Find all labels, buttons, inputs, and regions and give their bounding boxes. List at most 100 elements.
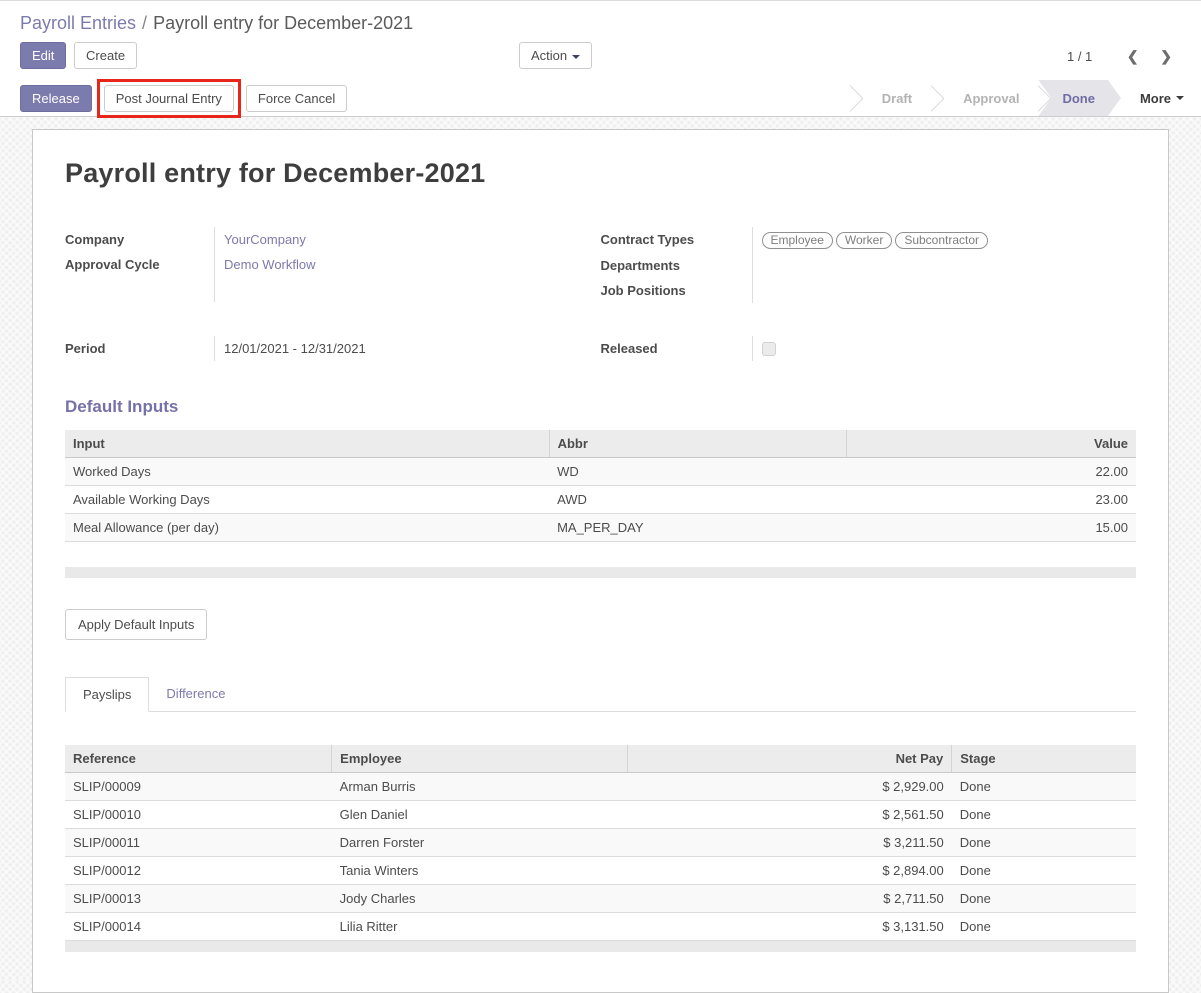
table-row[interactable]: SLIP/00012 Tania Winters $ 2,894.00 Done <box>65 857 1136 885</box>
employee-cell[interactable]: Arman Burris <box>332 773 628 801</box>
net-pay-cell[interactable]: $ 2,894.00 <box>627 857 952 885</box>
value-cell[interactable]: 15.00 <box>847 514 1136 542</box>
reference-cell[interactable]: SLIP/00011 <box>65 829 332 857</box>
contract-type-tag: Employee <box>762 232 833 249</box>
departments-value <box>752 253 1137 278</box>
employee-cell[interactable]: Jody Charles <box>332 885 628 913</box>
column-header-employee[interactable]: Employee <box>332 745 628 773</box>
net-pay-cell[interactable]: $ 3,131.50 <box>627 913 952 941</box>
released-label: Released <box>601 336 752 361</box>
table-row[interactable]: SLIP/00011 Darren Forster $ 3,211.50 Don… <box>65 829 1136 857</box>
table-row[interactable]: SLIP/00014 Lilia Ritter $ 3,131.50 Done <box>65 913 1136 941</box>
status-step-approval[interactable]: Approval <box>944 80 1038 116</box>
input-cell[interactable]: Available Working Days <box>65 486 549 514</box>
field-group-right-top: Contract Types EmployeeWorkerSubcontract… <box>601 227 1137 303</box>
employee-cell[interactable]: Glen Daniel <box>332 801 628 829</box>
contract-type-tag: Worker <box>836 232 892 249</box>
stage-cell[interactable]: Done <box>952 913 1136 941</box>
net-pay-cell[interactable]: $ 2,711.50 <box>627 885 952 913</box>
stage-cell[interactable]: Done <box>952 829 1136 857</box>
page-title: Payroll entry for December-2021 <box>65 158 1136 189</box>
company-value-link[interactable]: YourCompany <box>224 232 306 247</box>
stage-cell[interactable]: Done <box>952 773 1136 801</box>
tab-payslips[interactable]: Payslips <box>65 677 149 712</box>
pager-previous-button[interactable]: ❮ <box>1118 48 1148 65</box>
pager-next-button[interactable]: ❯ <box>1151 48 1181 65</box>
more-label: More <box>1140 91 1171 106</box>
breadcrumb-parent-link[interactable]: Payroll Entries <box>20 13 136 33</box>
contract-type-tag: Subcontractor <box>895 232 988 249</box>
reference-cell[interactable]: SLIP/00012 <box>65 857 332 885</box>
status-step-more-dropdown[interactable]: More <box>1121 80 1201 116</box>
employee-cell[interactable]: Lilia Ritter <box>332 913 628 941</box>
reference-cell[interactable]: SLIP/00014 <box>65 913 332 941</box>
reference-cell[interactable]: SLIP/00013 <box>65 885 332 913</box>
stage-cell[interactable]: Done <box>952 885 1136 913</box>
contract-types-value: EmployeeWorkerSubcontractor <box>752 227 1137 253</box>
field-group-left-bottom: Period 12/01/2021 - 12/31/2021 <box>65 336 601 361</box>
tab-difference[interactable]: Difference <box>149 677 242 712</box>
table-row[interactable]: SLIP/00013 Jody Charles $ 2,711.50 Done <box>65 885 1136 913</box>
period-value: 12/01/2021 - 12/31/2021 <box>214 336 601 361</box>
default-inputs-heading: Default Inputs <box>65 397 1136 417</box>
period-label: Period <box>65 336 214 361</box>
column-header-reference[interactable]: Reference <box>65 745 332 773</box>
chevron-down-icon <box>1176 96 1184 100</box>
input-cell[interactable]: Worked Days <box>65 458 549 486</box>
column-header-net-pay[interactable]: Net Pay <box>627 745 952 773</box>
default-inputs-table: Input Abbr Value Worked Days WD 22.00 Av… <box>65 430 1136 542</box>
table-row[interactable]: SLIP/00009 Arman Burris $ 2,929.00 Done <box>65 773 1136 801</box>
pager-count: 1 / 1 <box>1067 49 1092 64</box>
job-positions-label: Job Positions <box>601 278 752 303</box>
create-button[interactable]: Create <box>74 42 137 69</box>
job-positions-value <box>752 278 1137 303</box>
approval-cycle-label: Approval Cycle <box>65 252 214 277</box>
force-cancel-button[interactable]: Force Cancel <box>246 85 347 112</box>
column-header-stage[interactable]: Stage <box>952 745 1136 773</box>
table-row[interactable]: Meal Allowance (per day) MA_PER_DAY 15.0… <box>65 514 1136 542</box>
input-cell[interactable]: Meal Allowance (per day) <box>65 514 549 542</box>
abbr-cell[interactable]: MA_PER_DAY <box>549 514 847 542</box>
value-cell[interactable]: 22.00 <box>847 458 1136 486</box>
breadcrumb-separator: / <box>142 13 147 33</box>
column-header-value[interactable]: Value <box>847 430 1136 458</box>
pager: 1 / 1 ❮ ❯ <box>1067 48 1181 65</box>
abbr-cell[interactable]: AWD <box>549 486 847 514</box>
notebook-tabs: Payslips Difference <box>65 676 1136 712</box>
content-area: Payroll entry for December-2021 Company … <box>0 117 1201 993</box>
net-pay-cell[interactable]: $ 3,211.50 <box>627 829 952 857</box>
departments-label: Departments <box>601 253 752 278</box>
status-step-draft[interactable]: Draft <box>863 80 931 116</box>
field-group-left-top: Company YourCompany Approval Cycle Demo … <box>65 227 601 303</box>
payslips-table: Reference Employee Net Pay Stage SLIP/00… <box>65 745 1136 941</box>
payslips-tab-content: Reference Employee Net Pay Stage SLIP/00… <box>65 712 1136 952</box>
edit-button[interactable]: Edit <box>20 42 66 69</box>
stage-cell[interactable]: Done <box>952 801 1136 829</box>
approval-cycle-value-link[interactable]: Demo Workflow <box>224 257 316 272</box>
abbr-cell[interactable]: WD <box>549 458 847 486</box>
net-pay-cell[interactable]: $ 2,561.50 <box>627 801 952 829</box>
form-sheet: Payroll entry for December-2021 Company … <box>32 129 1169 993</box>
column-header-input[interactable]: Input <box>65 430 549 458</box>
action-dropdown-label: Action <box>531 48 567 63</box>
table-row[interactable]: SLIP/00010 Glen Daniel $ 2,561.50 Done <box>65 801 1136 829</box>
breadcrumb: Payroll Entries/Payroll entry for Decemb… <box>0 1 1201 38</box>
action-dropdown-button[interactable]: Action <box>519 42 592 69</box>
stage-cell[interactable]: Done <box>952 857 1136 885</box>
table-row[interactable]: Available Working Days AWD 23.00 <box>65 486 1136 514</box>
table-row[interactable]: Worked Days WD 22.00 <box>65 458 1136 486</box>
release-button[interactable]: Release <box>20 85 92 112</box>
employee-cell[interactable]: Tania Winters <box>332 857 628 885</box>
toolbar: Edit Create Action 1 / 1 ❮ ❯ <box>0 38 1201 80</box>
statusbar: Release Post Journal Entry Force Cancel … <box>0 80 1201 117</box>
value-cell[interactable]: 23.00 <box>847 486 1136 514</box>
apply-default-inputs-button[interactable]: Apply Default Inputs <box>65 609 207 640</box>
reference-cell[interactable]: SLIP/00010 <box>65 801 332 829</box>
released-checkbox[interactable] <box>762 342 776 356</box>
column-header-abbr[interactable]: Abbr <box>549 430 847 458</box>
net-pay-cell[interactable]: $ 2,929.00 <box>627 773 952 801</box>
post-journal-entry-button[interactable]: Post Journal Entry <box>104 85 234 112</box>
field-group-right-bottom: Released <box>601 336 1137 361</box>
employee-cell[interactable]: Darren Forster <box>332 829 628 857</box>
reference-cell[interactable]: SLIP/00009 <box>65 773 332 801</box>
